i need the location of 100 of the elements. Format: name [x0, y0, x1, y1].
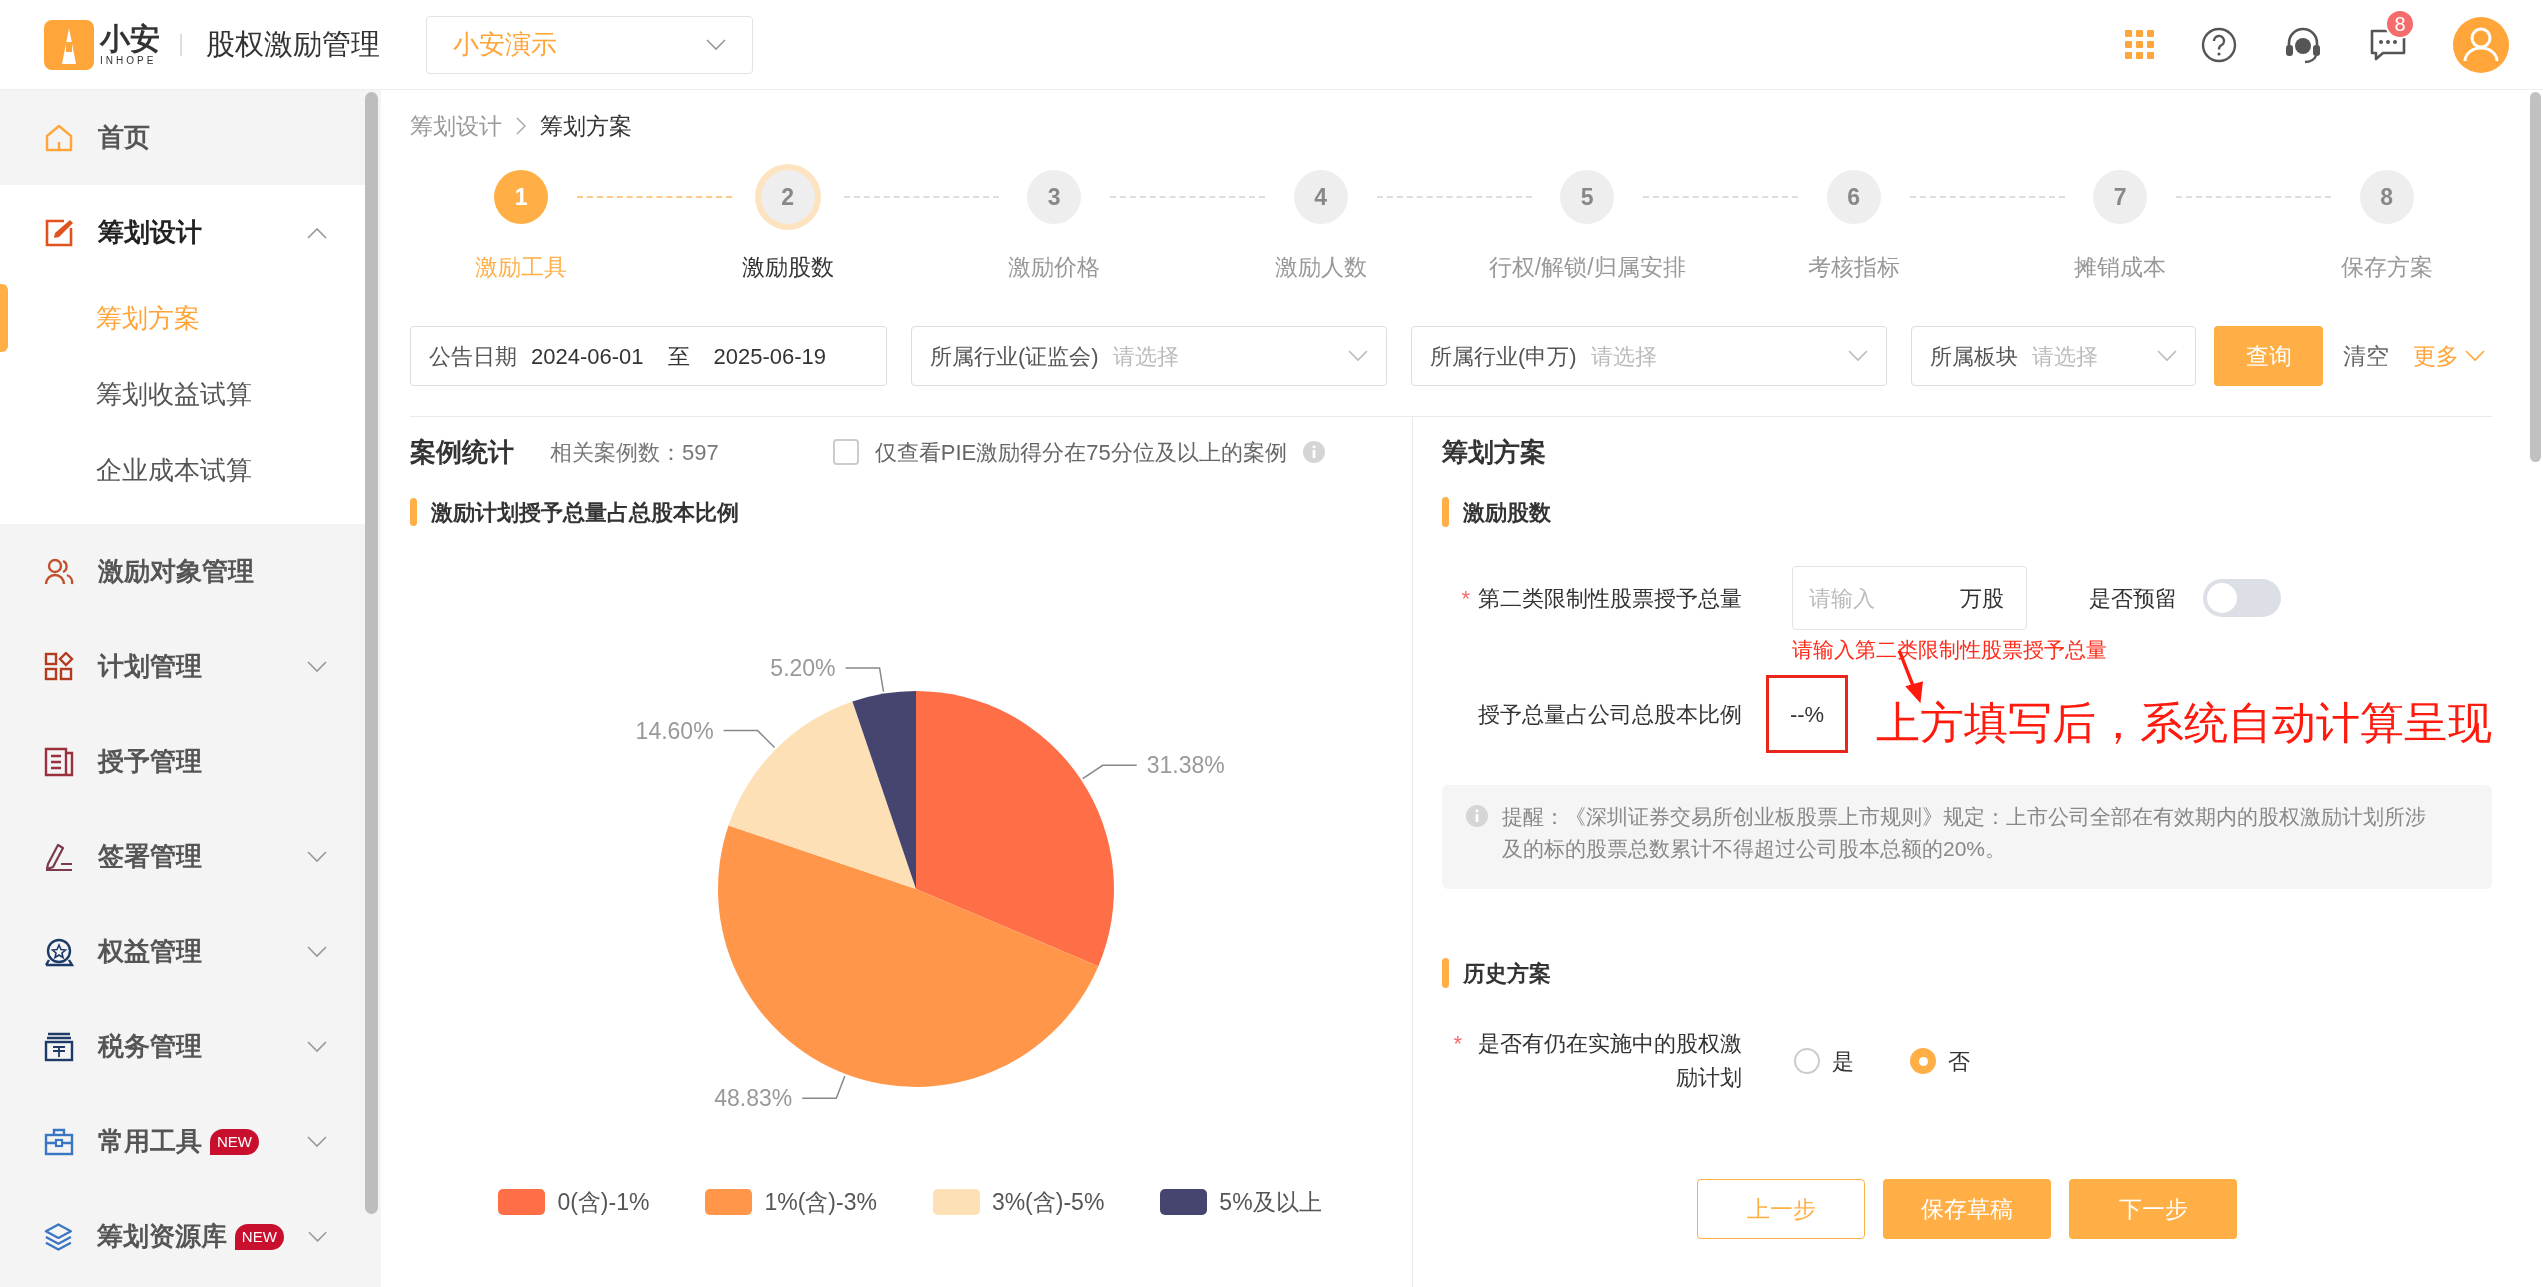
- app-title: 股权激励管理: [206, 26, 380, 62]
- leader-line: [722, 729, 776, 749]
- date-range-field[interactable]: 公告日期 2024-06-01 至 2025-06-19: [410, 326, 887, 386]
- clear-button[interactable]: 清空: [2343, 338, 2389, 374]
- chevron-right-icon: [516, 117, 526, 135]
- ratio-value: --%: [1789, 700, 1825, 729]
- accent-bar: [1442, 497, 1449, 527]
- chevron-down-icon: [307, 945, 327, 958]
- chevron-down-icon: [307, 850, 327, 863]
- field-label: 授予总量占公司总股本比例: [1478, 700, 1742, 729]
- chevron-down-icon: [2465, 350, 2485, 362]
- sidebar-item[interactable]: 首页: [0, 90, 365, 185]
- scrollbar[interactable]: [2530, 92, 2541, 462]
- leader-line: [844, 667, 885, 693]
- sidebar-item[interactable]: 激励对象管理: [0, 524, 365, 619]
- chevron-down-icon: [1348, 350, 1368, 362]
- step-label: 激励人数: [1274, 253, 1367, 282]
- case-count: 相关案例数：597: [550, 438, 719, 467]
- chevron-up-icon: [307, 226, 327, 239]
- leader-line: [801, 1075, 846, 1100]
- sidebar-subitem[interactable]: 企业成本试算: [0, 432, 365, 508]
- sidebar-item[interactable]: 常用工具 NEW: [0, 1094, 365, 1189]
- radio-option[interactable]: 是: [1794, 1044, 1854, 1078]
- checkbox[interactable]: [832, 439, 859, 465]
- logo-text: 小安: [100, 23, 160, 54]
- field-label: 第二类限制性股票授予总量: [1478, 584, 1742, 613]
- layers-icon: [44, 1221, 73, 1252]
- legend-swatch: [932, 1189, 980, 1215]
- select-field[interactable]: 所属行业(证监会) 请选择: [911, 326, 1387, 386]
- scrollbar[interactable]: [365, 92, 378, 1214]
- sidebar-item[interactable]: 筹划资源库 NEW: [0, 1189, 365, 1284]
- sidebar-item[interactable]: 筹划设计: [0, 185, 365, 280]
- toggle-switch[interactable]: [2203, 579, 2281, 617]
- info-icon[interactable]: [1302, 441, 1325, 463]
- grid-icon: [44, 651, 74, 682]
- section-title: 筹划方案: [1442, 435, 1546, 469]
- briefcase-icon: [44, 1126, 74, 1157]
- toggle-label: 是否预留: [2089, 584, 2177, 613]
- step-label: 激励价格: [1008, 253, 1101, 282]
- pen-icon: [44, 841, 74, 872]
- data-label: 5.20%: [770, 655, 836, 681]
- leader-line: [1082, 764, 1138, 780]
- required-mark: *: [1453, 1030, 1462, 1058]
- data-label: 31.38%: [1146, 752, 1225, 779]
- sidebar-item[interactable]: 签署管理: [0, 809, 365, 904]
- step-label: 行权/解锁/归属安排: [1488, 253, 1686, 282]
- legend-label: 3%(含)-5%: [991, 1187, 1105, 1217]
- field-label: 是否有仍在实施中的股权激励计划: [1477, 1030, 1742, 1092]
- chevron-down-icon: [706, 38, 726, 51]
- edit-icon: [44, 217, 74, 248]
- step-label: 激励工具: [475, 253, 568, 282]
- data-label: 14.60%: [635, 717, 714, 744]
- checkbox-label: 仅查看PIE激励得分在75分位及以上的案例: [874, 438, 1287, 467]
- legend-swatch: [1160, 1189, 1208, 1215]
- legend-label: 5%及以上: [1219, 1187, 1322, 1217]
- unit-label: 万股: [1960, 584, 2004, 613]
- sidebar-subitem[interactable]: 筹划收益试算: [0, 356, 365, 432]
- apps-grid-icon[interactable]: [2125, 29, 2155, 60]
- chevron-down-icon: [2157, 350, 2177, 362]
- step-label: 摊销成本: [2074, 253, 2167, 282]
- radio-option[interactable]: 否: [1910, 1044, 1970, 1078]
- accent-bar: [1442, 958, 1449, 988]
- select-field[interactable]: 所属行业(申万) 请选择: [1411, 326, 1887, 386]
- step-label: 保存方案: [2340, 253, 2433, 282]
- input-box[interactable]: 请输入 万股: [1792, 566, 2027, 630]
- chevron-down-icon: [307, 1040, 327, 1053]
- legend-swatch: [498, 1189, 546, 1215]
- logo-subtext: INHOPE: [100, 55, 158, 66]
- sidebar-item[interactable]: 权益管理: [0, 904, 365, 999]
- section-title: 案例统计: [410, 435, 514, 469]
- sidebar-item[interactable]: 计划管理: [0, 619, 365, 714]
- avatar-icon[interactable]: [2453, 16, 2509, 73]
- chevron-down-icon: [307, 660, 327, 673]
- legend-label: 0(含)-1%: [557, 1187, 650, 1217]
- breadcrumb-link[interactable]: 筹划方案: [540, 108, 632, 144]
- headset-icon[interactable]: [2283, 25, 2323, 64]
- legend-swatch: [705, 1189, 753, 1215]
- ledger-icon: [44, 1031, 74, 1062]
- annotation-text: 上方填写后，系统自动计算呈现: [1876, 697, 2492, 749]
- people-icon: [44, 556, 74, 587]
- chart-title: 激励计划授予总量占总股本比例: [431, 498, 739, 527]
- input-field[interactable]: 请输入: [1809, 581, 1929, 615]
- document-icon: [44, 746, 74, 777]
- notification-badge: 8: [2385, 8, 2415, 39]
- accent-bar: [410, 498, 417, 526]
- new-badge: NEW: [210, 1128, 259, 1155]
- select-field[interactable]: 所属板块 请选择: [1911, 326, 2196, 386]
- chevron-down-icon: [307, 1135, 327, 1148]
- help-icon[interactable]: [2201, 26, 2237, 63]
- chevron-down-icon: [1848, 350, 1868, 362]
- logo-icon: [44, 19, 94, 70]
- sidebar-item[interactable]: 授予管理: [0, 714, 365, 809]
- sidebar-item[interactable]: 税务管理: [0, 999, 365, 1094]
- data-label: 48.83%: [714, 1085, 793, 1112]
- legend-label: 1%(含)-3%: [764, 1187, 877, 1217]
- medal-icon: [44, 936, 74, 967]
- reminder-text: 提醒：《深圳证券交易所创业板股票上市规则》规定：上市公司全部在有效期内的股权激励计划所涉及的标的股票总数累计不得超过公司股本总额的20%。: [1502, 804, 2427, 862]
- section-heading: 激励股数: [1463, 498, 1551, 527]
- home-icon: [44, 122, 74, 153]
- step-label: 考核指标: [1807, 253, 1900, 282]
